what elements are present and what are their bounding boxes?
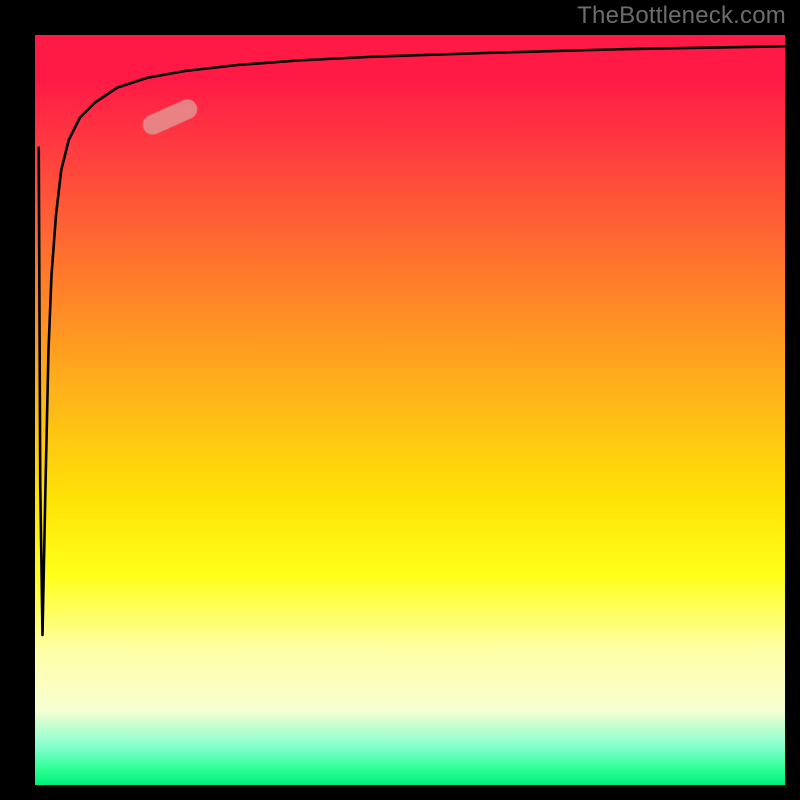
watermark-text: TheBottleneck.com (577, 2, 786, 30)
plot-area (35, 35, 785, 785)
chart-stage: TheBottleneck.com (0, 0, 800, 800)
curve-svg (35, 35, 785, 785)
